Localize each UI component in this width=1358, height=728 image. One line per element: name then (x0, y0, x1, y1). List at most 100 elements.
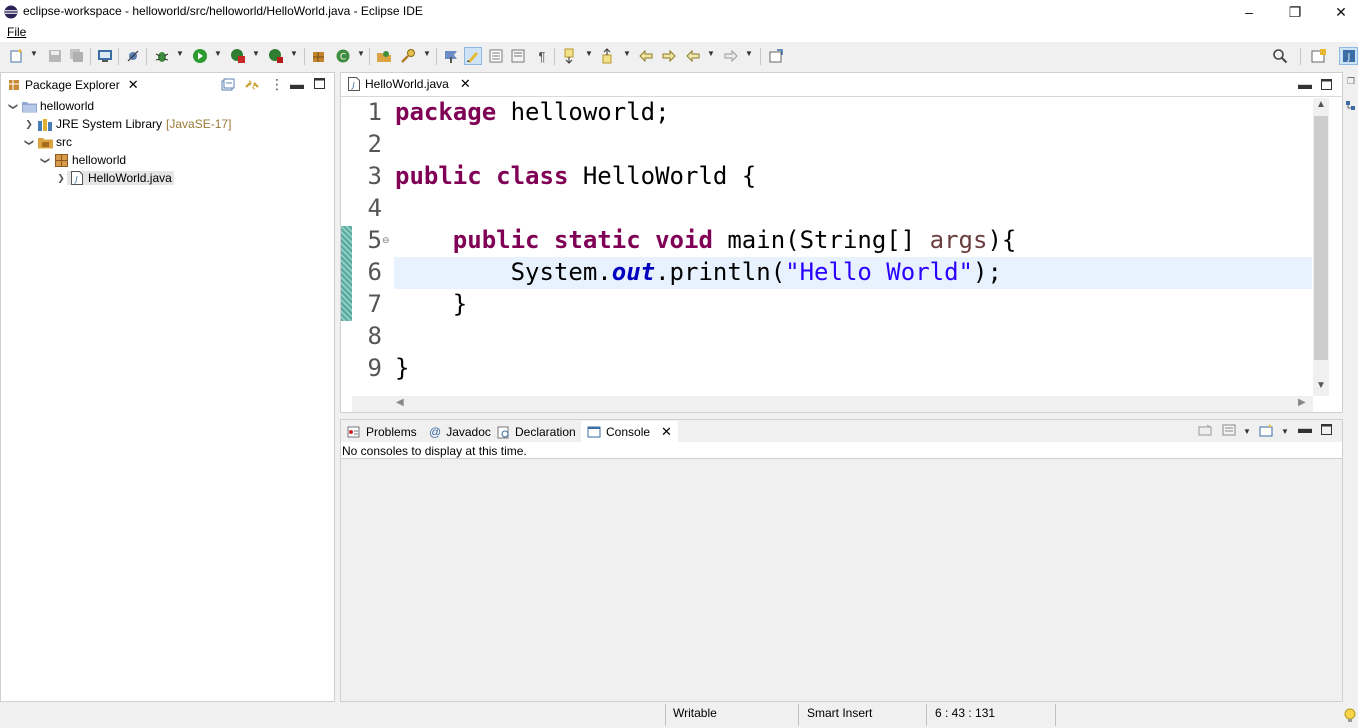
minimize-button[interactable]: – (1226, 0, 1272, 24)
status-cursor-position[interactable]: 6 : 43 : 131 (935, 706, 995, 720)
close-view-icon[interactable]: ✕ (128, 77, 139, 93)
show-whitespace-icon[interactable]: ¶ (533, 47, 551, 65)
minimize-editor-icon[interactable]: ▬ (1298, 76, 1312, 92)
maximize-view-icon[interactable] (314, 78, 325, 92)
tab-console[interactable]: Console ✕ (581, 421, 678, 443)
forward-icon[interactable] (722, 47, 740, 65)
view-menu-icon[interactable]: ⋮ (270, 76, 284, 93)
save-icon[interactable] (46, 47, 64, 65)
tab-javadoc[interactable]: @ Javadoc (423, 421, 497, 443)
collapsed-chevron-icon[interactable]: ❯ (23, 119, 35, 130)
terminal-icon[interactable] (96, 47, 114, 65)
link-with-editor-icon[interactable] (244, 78, 260, 95)
close-editor-icon[interactable]: ✕ (460, 76, 471, 92)
menu-file[interactable]: File (7, 25, 26, 39)
scroll-down-icon[interactable]: ▼ (1316, 380, 1326, 391)
new-java-class-icon[interactable]: C (334, 47, 352, 65)
forward-dropdown-icon[interactable]: ▼ (745, 49, 753, 58)
debug-icon[interactable] (153, 47, 171, 65)
open-console-dropdown-icon[interactable]: ▼ (1281, 427, 1289, 436)
last-edit-location-icon[interactable] (637, 47, 655, 65)
minimize-view-icon[interactable]: ▬ (290, 76, 304, 92)
tree-item-java-file[interactable]: ❯ J HelloWorld.java (55, 169, 174, 187)
outline-view-icon[interactable] (1346, 100, 1357, 117)
search-tool-icon[interactable] (399, 47, 417, 65)
back-dropdown-icon[interactable]: ▼ (707, 49, 715, 58)
expanded-chevron-icon[interactable]: ❯ (40, 154, 51, 166)
new-class-dropdown-icon[interactable]: ▼ (357, 49, 365, 58)
tab-declaration[interactable]: Declaration (491, 421, 582, 443)
tree-item-project[interactable]: ❯ helloworld (7, 97, 95, 115)
next-annotation-icon[interactable] (561, 47, 579, 65)
tab-hello-world-java[interactable]: J HelloWorld.java ✕ (342, 74, 477, 96)
open-type-icon[interactable] (375, 47, 393, 65)
code-text-area[interactable]: package helloworld; public class HelloWo… (395, 98, 1312, 396)
skip-breakpoints-icon[interactable] (124, 47, 142, 65)
open-perspective-icon[interactable] (1310, 47, 1328, 65)
pin-editor-icon[interactable] (767, 47, 785, 65)
next-edit-location-icon[interactable] (660, 47, 678, 65)
tab-problems[interactable]: Problems (341, 421, 423, 443)
maximize-console-icon[interactable] (1321, 424, 1332, 438)
status-insert-mode[interactable]: Smart Insert (807, 706, 872, 720)
save-all-icon[interactable] (68, 47, 86, 65)
pin-console-icon[interactable] (1198, 424, 1212, 439)
search-dropdown-icon[interactable]: ▼ (423, 49, 431, 58)
fold-collapse-icon[interactable]: ⊖ (382, 235, 390, 246)
collapsed-chevron-icon[interactable]: ❯ (55, 173, 67, 184)
editor-vertical-scrollbar[interactable]: ▲ ▼ (1313, 98, 1329, 396)
tree-item-package[interactable]: ❯ helloworld (39, 151, 127, 169)
scroll-right-icon[interactable]: ▶ (1298, 397, 1306, 408)
coverage-dropdown-icon[interactable]: ▼ (252, 49, 260, 58)
code-text: main(String[] (712, 226, 930, 254)
display-console-dropdown-icon[interactable]: ▼ (1243, 427, 1251, 436)
external-tools-icon[interactable] (267, 47, 285, 65)
tab-label: Javadoc (446, 425, 491, 439)
new-java-package-icon[interactable] (310, 47, 328, 65)
status-separator (926, 704, 927, 726)
toggle-block-selection-icon[interactable] (487, 47, 505, 65)
external-tools-dropdown-icon[interactable]: ▼ (290, 49, 298, 58)
back-icon[interactable] (684, 47, 702, 65)
line-number: 5 (367, 226, 382, 254)
editor-horizontal-scrollbar[interactable]: ◀ ▶ (352, 396, 1313, 412)
scroll-left-icon[interactable]: ◀ (396, 397, 404, 408)
run-icon[interactable] (191, 47, 209, 65)
collapse-all-icon[interactable] (221, 78, 235, 95)
scrollbar-thumb[interactable] (1314, 116, 1328, 360)
close-window-button[interactable]: ✕ (1318, 0, 1358, 24)
project-icon (21, 99, 37, 113)
new-icon[interactable] (8, 47, 26, 65)
toggle-breadcrumb-icon[interactable] (442, 47, 460, 65)
source-folder-icon (37, 135, 53, 149)
run-dropdown-icon[interactable]: ▼ (214, 49, 222, 58)
previous-annotation-dropdown-icon[interactable]: ▼ (623, 49, 631, 58)
tree-item-jre-library[interactable]: ❯ JRE System Library [JavaSE-17] (23, 115, 231, 133)
toggle-mark-occurrences-icon[interactable] (464, 47, 482, 65)
status-bar: Writable Smart Insert 6 : 43 : 131 (0, 702, 1358, 728)
tree-item-label: helloworld (72, 153, 127, 167)
open-console-icon[interactable] (1259, 424, 1275, 440)
expanded-chevron-icon[interactable]: ❯ (8, 100, 19, 112)
next-annotation-dropdown-icon[interactable]: ▼ (585, 49, 593, 58)
coverage-icon[interactable] (229, 47, 247, 65)
maximize-button[interactable]: ❐ (1272, 0, 1318, 24)
scroll-up-icon[interactable]: ▲ (1316, 99, 1326, 110)
code-line-6: System.out.println("Hello World"); (395, 258, 1002, 286)
maximize-editor-icon[interactable] (1321, 79, 1332, 93)
minimize-console-icon[interactable]: ▬ (1298, 420, 1312, 436)
tab-package-explorer[interactable]: Package Explorer ✕ (2, 74, 145, 96)
toggle-word-wrap-icon[interactable] (509, 47, 527, 65)
new-dropdown-icon[interactable]: ▼ (30, 49, 38, 58)
expanded-chevron-icon[interactable]: ❯ (24, 136, 35, 148)
display-console-icon[interactable] (1222, 424, 1236, 439)
tips-lightbulb-icon[interactable] (1344, 708, 1356, 727)
previous-annotation-icon[interactable] (599, 47, 617, 65)
debug-dropdown-icon[interactable]: ▼ (176, 49, 184, 58)
tree-item-src[interactable]: ❯ src (23, 133, 73, 151)
restore-icon[interactable]: ❐ (1347, 76, 1355, 87)
close-console-icon[interactable]: ✕ (661, 424, 672, 440)
search-icon[interactable] (1271, 47, 1289, 65)
java-perspective-icon[interactable]: J (1339, 47, 1358, 65)
code-text: ); (973, 258, 1002, 286)
